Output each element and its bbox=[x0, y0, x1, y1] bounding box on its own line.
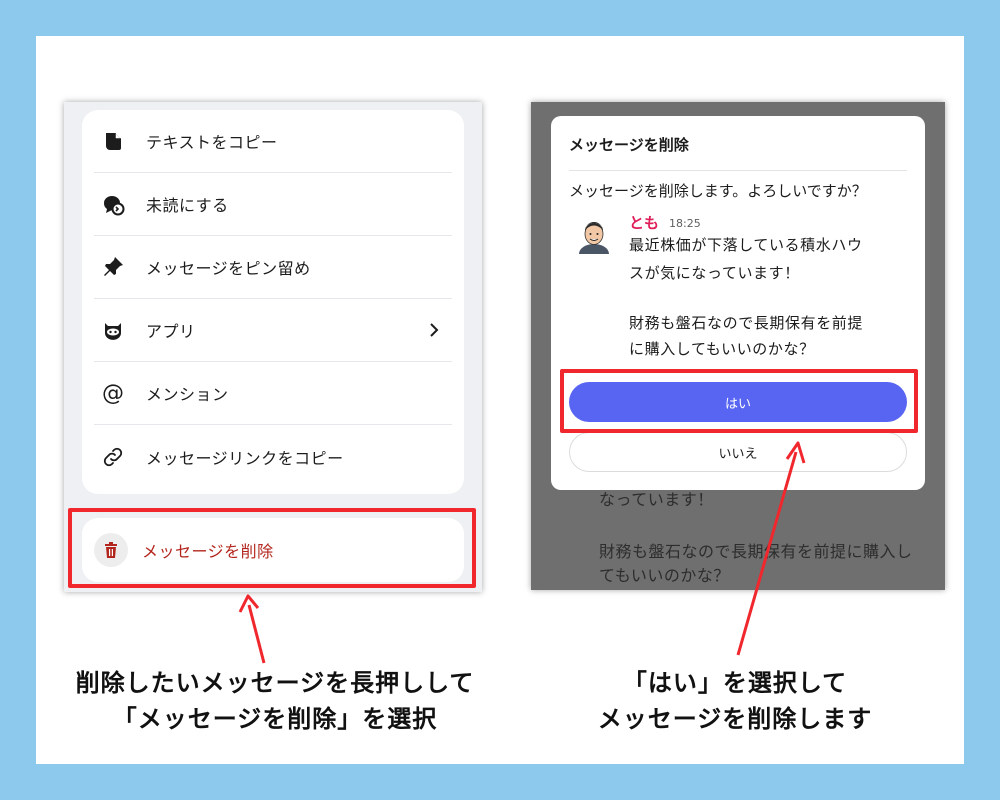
caption-line: メッセージを削除します bbox=[597, 705, 873, 733]
menu-item-pin[interactable]: メッセージをピン留め bbox=[94, 236, 452, 299]
divider bbox=[569, 170, 907, 171]
left-caption: 削除したいメッセージを長押しして 「メッセージを削除」を選択 bbox=[40, 665, 510, 737]
menu-item-label: メッセージをピン留め bbox=[146, 259, 311, 278]
caption-line: 「メッセージを削除」を選択 bbox=[112, 705, 438, 733]
background-message-line: 財務も盤石なので長期保有を前提に購入し bbox=[599, 542, 913, 561]
highlight-box-yes bbox=[560, 369, 918, 433]
menu-item-mention[interactable]: @ メンション bbox=[94, 362, 452, 425]
menu-item-mark-unread[interactable]: 未読にする bbox=[94, 173, 452, 236]
no-button[interactable]: いいえ bbox=[569, 432, 907, 472]
message-author: とも bbox=[629, 214, 660, 232]
menu-item-label: メンション bbox=[146, 385, 229, 404]
message-line: 最近株価が下落している積水ハウ bbox=[629, 236, 863, 254]
message-line: 財務も盤石なので長期保有を前提 bbox=[629, 314, 864, 332]
link-icon bbox=[100, 444, 126, 470]
message-line: スが気になっています！ bbox=[629, 264, 800, 282]
caption-line: 「はい」を選択して bbox=[622, 669, 848, 697]
app-icon bbox=[100, 317, 126, 343]
message-line: に購入してもいいのかな？ bbox=[629, 340, 815, 358]
menu-item-label: テキストをコピー bbox=[146, 133, 278, 152]
mark-unread-icon bbox=[100, 191, 126, 217]
at-sign-icon: @ bbox=[102, 380, 124, 406]
dialog-title: メッセージを削除 bbox=[569, 136, 689, 154]
avatar bbox=[575, 216, 613, 254]
delete-confirm-screen: なっています！ 財務も盤石なので長期保有を前提に購入し てもいいのかな？ メッセ… bbox=[531, 102, 945, 590]
menu-item-apps[interactable]: アプリ bbox=[94, 299, 452, 362]
message-time: 18:25 bbox=[669, 217, 701, 230]
right-caption: 「はい」を選択して メッセージを削除します bbox=[510, 665, 960, 737]
caption-line: 削除したいメッセージを長押しして bbox=[75, 669, 475, 697]
menu-item-label: メッセージリンクをコピー bbox=[146, 448, 344, 468]
menu-item-label: 未読にする bbox=[146, 196, 229, 215]
background-message-line: てもいいのかな？ bbox=[599, 566, 730, 585]
dialog-body: メッセージを削除します。よろしいですか？ bbox=[569, 182, 867, 200]
copy-text-icon bbox=[100, 128, 126, 154]
highlight-box-delete bbox=[68, 508, 476, 588]
menu-item-label: アプリ bbox=[146, 322, 196, 341]
menu-item-copy-text[interactable]: テキストをコピー bbox=[94, 110, 452, 173]
chevron-right-icon bbox=[424, 320, 444, 340]
menu-item-copy-link[interactable]: メッセージリンクをコピー bbox=[94, 425, 452, 488]
menu-group: テキストをコピー 未読にする メッセージをピン留め アプリ @ メンション メッ… bbox=[82, 110, 464, 494]
delete-confirm-dialog: メッセージを削除 メッセージを削除します。よろしいですか？ とも 18:25 最… bbox=[551, 116, 925, 490]
pin-icon bbox=[100, 254, 126, 280]
